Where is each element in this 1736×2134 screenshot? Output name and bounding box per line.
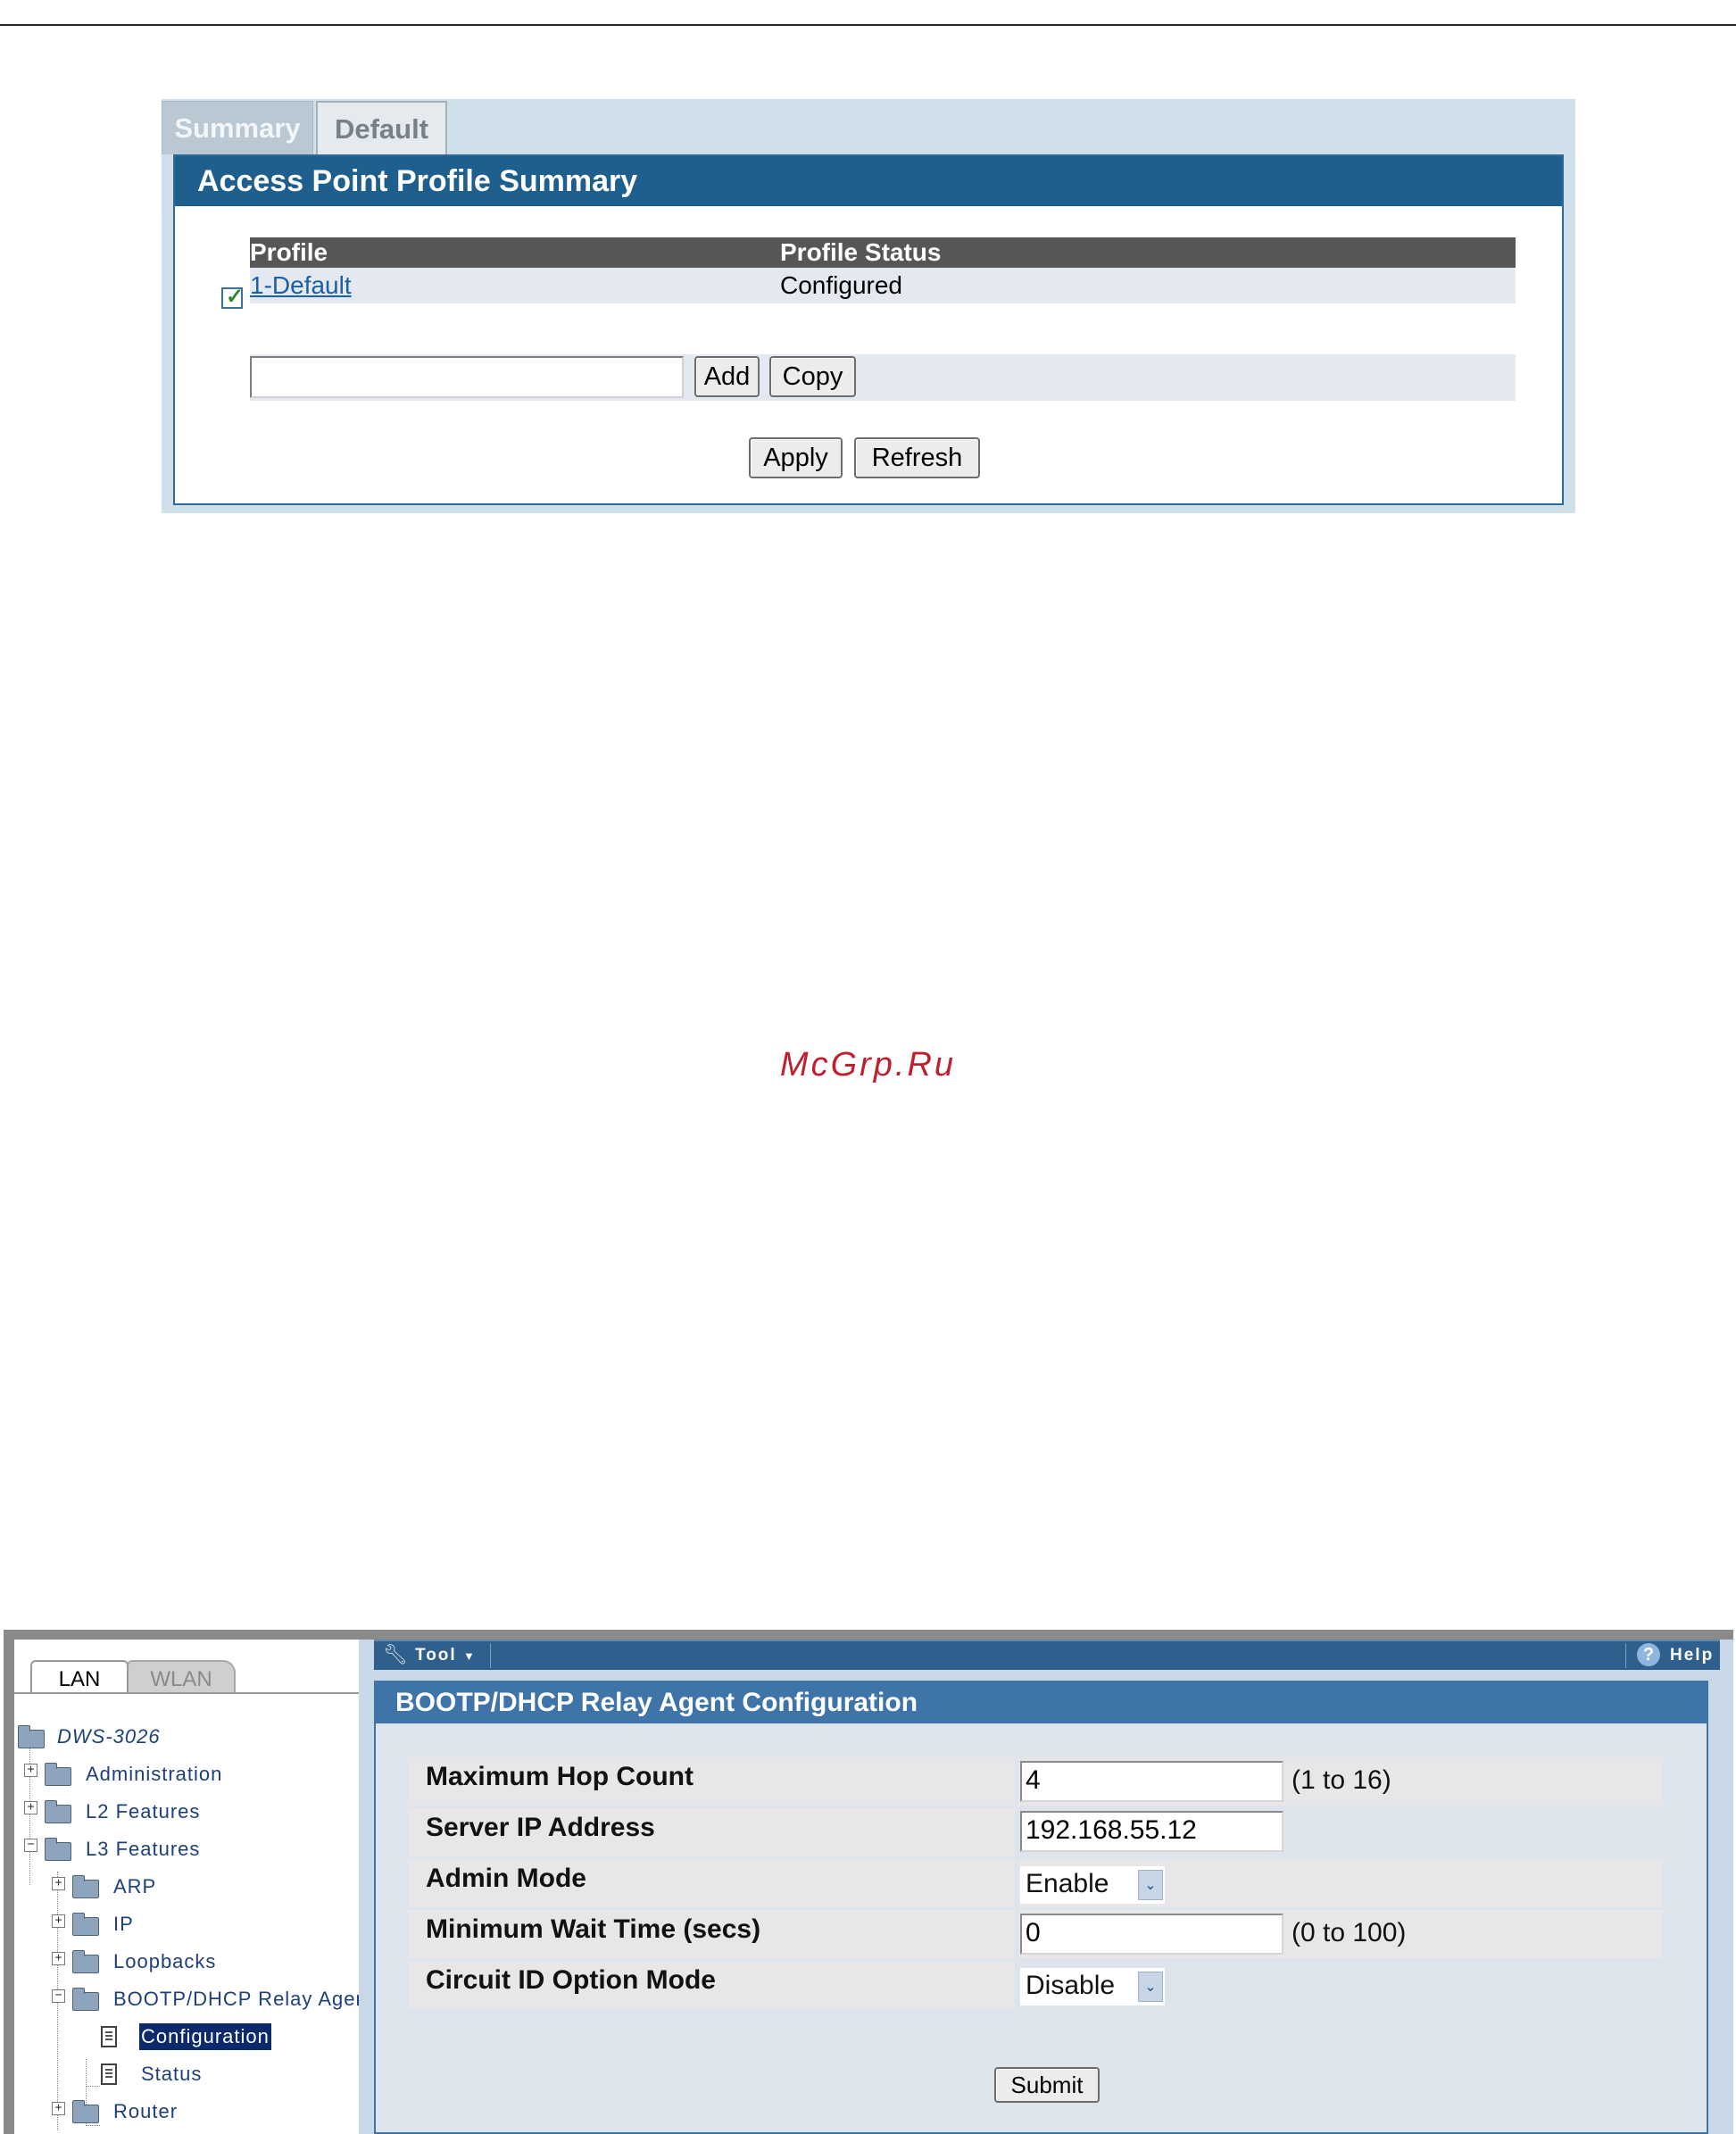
tab-lan[interactable]: LAN [30,1660,129,1692]
chevron-down-icon[interactable]: ⌄ [1138,1870,1163,1900]
ap-profile-screenshot: Summary Default Access Point Profile Sum… [162,99,1575,513]
min-wait-time-range: (0 to 100) [1292,1918,1407,1947]
tab-default[interactable]: Default [316,101,447,154]
chevron-down-icon[interactable]: ⌄ [1138,1972,1163,2002]
tool-menu[interactable]: Tool ▼ [415,1646,477,1665]
main-content: 🔧︎ Tool ▼ ? Help BOOTP/DHCP Relay Agent … [359,1640,1733,2134]
max-hop-count-label: Maximum Hop Count [408,1757,1015,1806]
server-ip-label: Server IP Address [408,1808,1015,1856]
row-select-checkbox[interactable]: ✓ [221,285,245,309]
tree-item-dws-3026[interactable]: DWS-3026 [57,1723,161,1750]
add-profile-row: Add Copy [250,354,1516,401]
copy-button[interactable]: Copy [769,356,856,397]
collapse-icon[interactable]: − [24,1839,37,1852]
folder-icon [18,1725,45,1748]
help-icon[interactable]: ? [1637,1643,1660,1666]
min-wait-time-cell: 0 (0 to 100) [1018,1910,1663,1958]
folder-icon [72,2100,99,2123]
tree-line [86,2125,100,2126]
open-folder-icon [45,1838,71,1861]
max-hop-count-input[interactable]: 4 [1020,1761,1283,1802]
circuit-id-select[interactable]: Disable ⌄ [1020,1968,1165,2005]
expand-icon[interactable]: + [24,1801,37,1814]
collapse-icon[interactable]: − [52,1989,65,2003]
submit-button[interactable]: Submit [994,2067,1100,2103]
column-header-profile-status: Profile Status [780,238,942,266]
open-folder-icon [72,1988,99,2011]
admin-mode-cell: Enable ⌄ [1018,1859,1663,1907]
toolbar: 🔧︎ Tool ▼ ? Help [374,1640,1720,1670]
dropdown-arrow-icon: ▼ [462,1649,477,1663]
folder-icon [72,1950,99,1973]
profile-summary-panel: Access Point Profile Summary Profile Pro… [173,154,1564,505]
max-hop-count-range: (1 to 16) [1292,1765,1391,1795]
tool-label: Tool [415,1646,457,1665]
tree-item-router[interactable]: Router [113,2098,178,2125]
tree-item-l2-features[interactable]: L2 Features [86,1798,200,1825]
expand-icon[interactable]: + [52,1877,65,1890]
tree-item-arp[interactable]: ARP [113,1873,156,1900]
tab-wlan[interactable]: WLAN [127,1660,236,1692]
tree-item-l3-features[interactable]: L3 Features [86,1836,200,1863]
circuit-id-value: Disable [1026,1971,1116,2000]
toolbar-separator [1625,1643,1626,1668]
new-profile-input[interactable] [250,356,684,398]
expand-icon[interactable]: + [52,1914,65,1928]
relay-agent-screenshot: LAN WLAN DWS-3026 + Administration + L2 … [4,1630,1733,2134]
admin-mode-value: Enable [1026,1869,1109,1898]
tree-item-configuration[interactable]: Configuration [139,2023,271,2050]
expand-icon[interactable]: + [24,1764,37,1777]
circuit-id-label: Circuit ID Option Mode [408,1961,1015,2009]
circuit-id-cell: Disable ⌄ [1018,1961,1663,2009]
help-link[interactable]: Help [1670,1646,1714,1665]
table-row: 1-Default Configured [250,268,1516,303]
expand-icon[interactable]: + [52,1952,65,1965]
add-button[interactable]: Add [694,356,760,397]
max-hop-count-cell: 4 (1 to 16) [1018,1757,1663,1806]
expand-icon[interactable]: + [52,2102,65,2115]
watermark-text: McGrp.Ru [779,1046,957,1084]
server-ip-input[interactable]: 192.168.55.12 [1020,1811,1283,1852]
folder-icon [45,1763,71,1786]
page-top-rule [0,24,1736,26]
folder-icon [45,1800,71,1823]
checkmark-icon: ✓ [226,285,245,309]
page-icon [101,2063,117,2085]
relay-config-panel: BOOTP/DHCP Relay Agent Configuration Max… [374,1681,1708,2134]
server-ip-cell: 192.168.55.12 [1018,1808,1663,1856]
apply-button[interactable]: Apply [749,437,843,478]
profile-link[interactable]: 1-Default [250,268,352,303]
tab-summary[interactable]: Summary [162,101,313,154]
page-icon [101,2026,117,2047]
refresh-button[interactable]: Refresh [854,437,980,478]
folder-icon [72,1913,99,1936]
min-wait-time-input[interactable]: 0 [1020,1914,1283,1955]
profile-status: Configured [780,271,902,299]
panel-title: Access Point Profile Summary [175,156,1562,206]
min-wait-time-label: Minimum Wait Time (secs) [408,1910,1015,1958]
admin-mode-label: Admin Mode [408,1859,1015,1907]
tree-item-ip[interactable]: IP [113,1911,134,1938]
panel-title: BOOTP/DHCP Relay Agent Configuration [376,1682,1707,1723]
tree-item-status[interactable]: Status [141,2061,202,2088]
tree-item-bootp-dhcp-relay[interactable]: BOOTP/DHCP Relay Ager [113,1986,359,2013]
tree-item-administration[interactable]: Administration [86,1761,222,1788]
tree-item-loopbacks[interactable]: Loopbacks [113,1948,216,1975]
navigation-pane: LAN WLAN DWS-3026 + Administration + L2 … [14,1640,359,2134]
toolbar-separator [490,1643,491,1668]
tree-line [86,2086,100,2087]
column-header-profile: Profile [250,238,328,266]
table-header: Profile Profile Status [250,237,1516,268]
folder-icon [72,1875,99,1898]
wrench-icon: 🔧︎ [383,1643,408,1665]
admin-mode-select[interactable]: Enable ⌄ [1020,1866,1165,1904]
